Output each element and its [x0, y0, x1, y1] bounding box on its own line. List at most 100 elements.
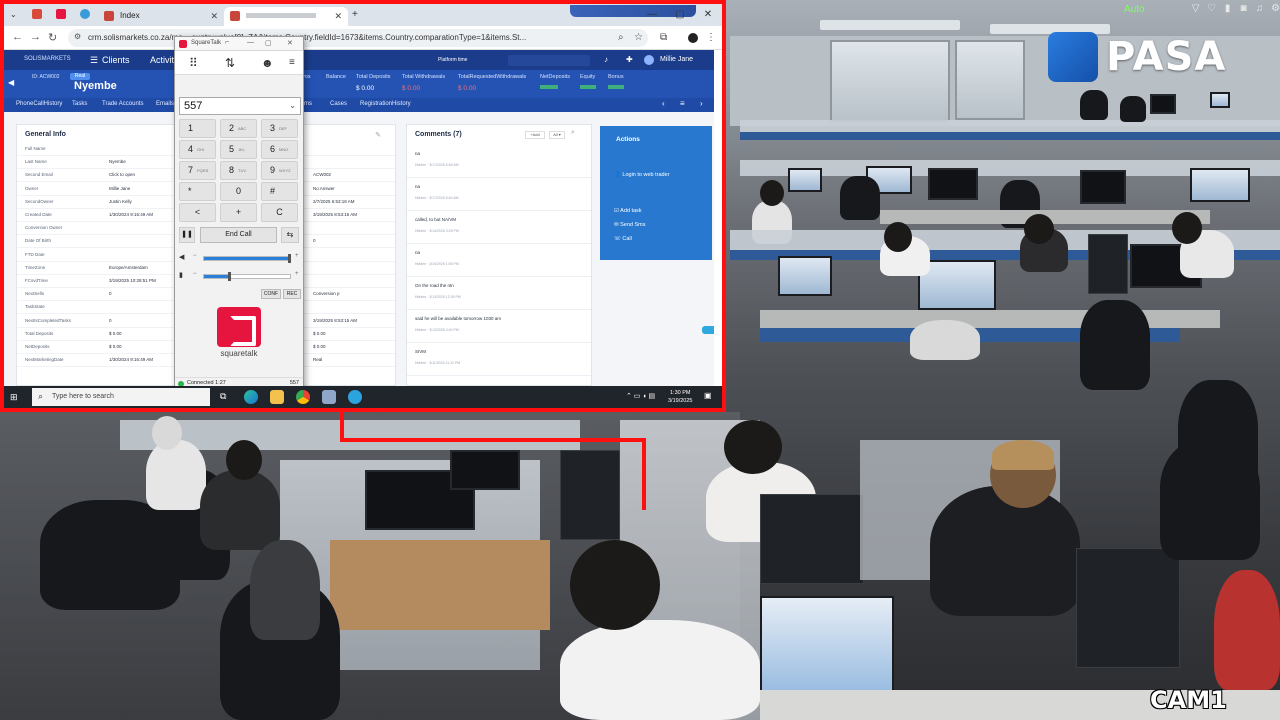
scroll-left-icon[interactable]: ‹	[662, 99, 665, 108]
call-action[interactable]: ☏ Call	[614, 236, 632, 242]
notifications-icon[interactable]: ▣	[704, 391, 714, 402]
snapshot-icon[interactable]: ◙	[1239, 4, 1249, 14]
close-window-icon[interactable]: ✕	[694, 4, 722, 26]
system-tray[interactable]: ⌃ ▭ ◖ ▤	[626, 392, 655, 400]
edit-icon[interactable]: ✎	[375, 131, 381, 139]
volume-minus[interactable]: −	[193, 253, 197, 259]
crm-search-input[interactable]	[508, 55, 590, 66]
file-explorer-icon[interactable]	[270, 390, 284, 404]
volume-plus[interactable]: +	[295, 271, 299, 277]
add-comment-button[interactable]: +Add	[525, 131, 545, 139]
reload-icon[interactable]: ↻	[48, 31, 57, 44]
subnav-sms[interactable]: ms	[304, 101, 312, 107]
close-tab-icon[interactable]: ✕	[334, 11, 342, 22]
apps-icon[interactable]: ✚	[626, 55, 633, 64]
subnav-registration-history[interactable]: RegistrationHistory	[360, 101, 411, 107]
maximize-icon[interactable]: ▢	[265, 39, 272, 47]
comment-item[interactable]: na Hidden · 3/14/2025 1:55 PM	[407, 244, 591, 277]
keypad-key-star[interactable]: *	[179, 182, 216, 201]
send-sms-action[interactable]: ✉ Send Sms	[614, 222, 646, 228]
record-button[interactable]: REC	[283, 289, 301, 299]
comments-search-icon[interactable]: ⌕	[571, 129, 575, 137]
prev-client-icon[interactable]: ◀	[8, 78, 14, 87]
extensions-icon[interactable]: ⧉	[660, 32, 667, 43]
current-user-name[interactable]: Millie Jane	[660, 56, 693, 63]
info-field-value[interactable]: Click to open	[109, 172, 135, 177]
end-call-button[interactable]: End Call	[200, 227, 277, 243]
keypad-key-plus[interactable]: +	[220, 203, 257, 222]
minimize-icon[interactable]: —	[247, 39, 254, 46]
chat-widget-icon[interactable]	[702, 326, 714, 334]
scroll-right-icon[interactable]: ›	[700, 99, 703, 108]
subnav-menu-icon[interactable]: ≡	[680, 99, 685, 108]
dialer-menu-icon[interactable]: ≡	[289, 57, 295, 68]
transfer-arrows-icon[interactable]: ⇅	[225, 56, 235, 70]
user-avatar[interactable]	[644, 55, 654, 65]
windows-start-icon[interactable]: ⊞	[10, 392, 18, 403]
slider-thumb[interactable]	[288, 254, 291, 263]
keypad-key-9[interactable]: 9 WXYZ	[261, 161, 298, 180]
keypad-key-4[interactable]: 4 GHI	[179, 140, 216, 159]
keypad-key-5[interactable]: 5 JKL	[220, 140, 257, 159]
keypad-key-clear[interactable]: C	[261, 203, 298, 222]
tab-index[interactable]: Index ✕	[98, 7, 224, 26]
bookmark-star-icon[interactable]: ☆	[634, 32, 643, 43]
app-icon[interactable]	[322, 390, 336, 404]
login-web-trader-action[interactable]: 👤 Login to web trader	[614, 172, 669, 178]
speaker-volume-slider[interactable]	[203, 254, 291, 263]
keypad-key-1[interactable]: 1	[179, 119, 216, 138]
add-task-action[interactable]: ☑ Add task	[614, 208, 642, 214]
hold-button[interactable]: ❚❚	[179, 227, 195, 243]
back-icon[interactable]: ←	[12, 31, 23, 43]
subnav-cases[interactable]: Cases	[330, 101, 347, 107]
notifications-icon[interactable]: ♪	[604, 55, 608, 64]
taskbar-clock[interactable]: 1:30 PM 3/19/2025	[668, 389, 692, 405]
comment-item[interactable]: said he will be available tomorrow 1030 …	[407, 310, 591, 343]
keypad-icon[interactable]: ⠿	[189, 56, 198, 70]
comment-item[interactable]: na Hidden · 3/17/2025 6:59 AM	[407, 145, 591, 178]
tab-list-icon[interactable]: ⌄	[10, 10, 17, 19]
keypad-key-7[interactable]: 7 PQRS	[179, 161, 216, 180]
video-icon[interactable]: ▮	[1223, 4, 1233, 14]
volume-plus[interactable]: +	[295, 253, 299, 259]
volume-minus[interactable]: −	[193, 271, 197, 277]
comment-item[interactable]: called, to but NA/VM Hidden · 3/14/2025 3…	[407, 211, 591, 244]
call-transfer-button[interactable]: ⇆	[281, 227, 299, 243]
comment-item[interactable]: na Hidden · 3/17/2025 6:40 AM	[407, 178, 591, 211]
nav-activity[interactable]: Activit	[150, 55, 174, 65]
zoom-search-icon[interactable]: ⌕	[618, 32, 624, 43]
audio-icon[interactable]: ♫	[1255, 4, 1265, 14]
comment-item[interactable]: SIVM Hidden · 3/11/2025 11:12 PM	[407, 343, 591, 376]
site-info-icon[interactable]: ⚙	[74, 32, 81, 41]
chevron-down-icon[interactable]: ⌄	[289, 101, 296, 110]
comments-filter-button[interactable]: All ▾	[549, 131, 565, 139]
chrome-icon[interactable]	[296, 390, 310, 404]
app-tab-icon[interactable]	[80, 9, 90, 19]
close-tab-icon[interactable]: ✕	[210, 11, 218, 22]
contacts-icon[interactable]: ☻	[261, 56, 274, 70]
new-tab-button[interactable]: +	[352, 9, 358, 20]
settings-icon[interactable]: ⚙	[1271, 4, 1280, 14]
subnav-trade-accounts[interactable]: Trade Accounts	[102, 101, 143, 107]
squaretalk-tab-icon[interactable]	[56, 9, 66, 19]
forward-icon[interactable]: →	[30, 31, 41, 43]
keypad-key-2[interactable]: 2 ABC	[220, 119, 257, 138]
minimize-icon[interactable]: —	[638, 4, 666, 26]
subnav-tasks[interactable]: Tasks	[72, 101, 87, 107]
subnav-emails[interactable]: Emails	[156, 101, 174, 107]
subnav-phone-call-history[interactable]: PhoneCallHistory	[16, 101, 62, 107]
nav-clients[interactable]: Clients	[102, 55, 130, 65]
profile-avatar-icon[interactable]	[688, 33, 698, 43]
task-view-icon[interactable]: ⧉	[220, 391, 226, 402]
keypad-key-0[interactable]: 0	[220, 182, 257, 201]
dial-number-input[interactable]: 557 ⌄	[179, 97, 301, 115]
keypad-key-8[interactable]: 8 TUV	[220, 161, 257, 180]
menu-icon[interactable]: ⋮	[706, 32, 716, 43]
keypad-key-6[interactable]: 6 MNO	[261, 140, 298, 159]
signal-icon[interactable]: ▽	[1191, 4, 1201, 14]
taskbar-search[interactable]: ⌕ Type here to search	[32, 388, 210, 406]
edge-icon[interactable]	[244, 390, 258, 404]
comment-item[interactable]: On the road the ntn Hidden · 3/13/2025 12…	[407, 277, 591, 310]
keypad-key-hash[interactable]: #	[261, 182, 298, 201]
tab-crm[interactable]: ✕	[224, 7, 348, 26]
